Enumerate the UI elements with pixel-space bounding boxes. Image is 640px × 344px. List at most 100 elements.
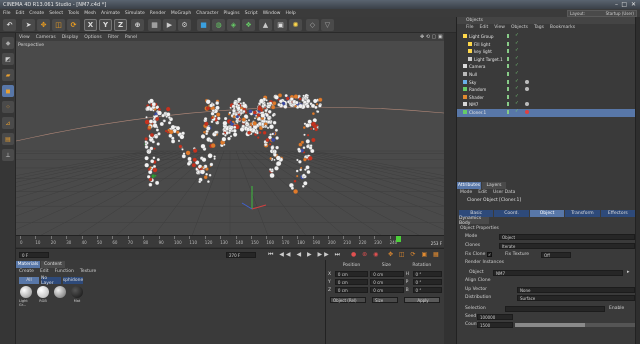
coord-rotation-field[interactable]: 0 °	[412, 271, 442, 277]
array-icon[interactable]: ◈	[227, 19, 240, 31]
check-icon[interactable]: ✓	[515, 33, 519, 38]
object-row[interactable]: Light Group ✓	[457, 33, 635, 41]
viewport-menu-panel[interactable]: Panel	[125, 35, 137, 40]
end-frame-field[interactable]: 270 F	[226, 252, 256, 258]
clones-select[interactable]: Iterate	[499, 243, 635, 249]
edges-mode-icon[interactable]: ⊿	[2, 117, 14, 129]
fix-clone-checkbox[interactable]: ✓	[487, 252, 492, 257]
check-icon[interactable]: ✓	[515, 94, 519, 99]
seed-field[interactable]: 100000	[477, 314, 513, 320]
materials-menu-edit[interactable]: Edit	[40, 269, 49, 274]
material-filter[interactable]: All	[19, 277, 39, 284]
timeline-ruler[interactable]: 0 10 20 30 40 50 60 70 80 90 100 110 120 130 140 150 160…	[16, 235, 444, 247]
texture-mode-icon[interactable]: ◩	[2, 53, 14, 65]
visibility-dots-icon[interactable]	[507, 102, 510, 107]
object-row[interactable]: Fill light ✓	[457, 41, 635, 49]
tab-dynamics-body[interactable]: Dynamics Body	[459, 216, 489, 226]
coord-rotation-field[interactable]: 0 °	[412, 287, 442, 293]
visibility-dots-icon[interactable]	[507, 34, 510, 38]
object-row[interactable]: Sky ✓	[457, 79, 635, 87]
distribution-select[interactable]: Surface	[517, 295, 635, 301]
attributes-side-tabs[interactable]	[635, 182, 640, 344]
tab-materials[interactable]: Materials	[16, 261, 40, 268]
attr-menu-mode[interactable]: Mode	[460, 190, 472, 195]
materials-menu-texture[interactable]: Texture	[80, 269, 96, 274]
polygons-mode-icon[interactable]: ▤	[2, 133, 14, 145]
visibility-dots-icon[interactable]	[507, 87, 510, 92]
menu-tools[interactable]: Tools	[68, 11, 79, 16]
tab-attributes[interactable]: Attributes	[457, 182, 481, 189]
scene-icon[interactable]: ▲	[259, 19, 272, 31]
axis-x-button[interactable]: X	[84, 19, 97, 31]
tab-layers[interactable]: Layers	[482, 182, 506, 189]
menu-help[interactable]: Help	[285, 11, 295, 16]
playback-controls[interactable]: ⏮ ◀◀ ◀ ▶ ▶▶ ⏭	[268, 251, 342, 259]
apply-button[interactable]: Apply	[404, 297, 440, 303]
snap-icon[interactable]: ◇	[306, 19, 319, 31]
menu-select[interactable]: Select	[49, 11, 63, 16]
mode-select[interactable]: Object	[499, 234, 635, 240]
tag-icon[interactable]	[525, 102, 529, 107]
visibility-dots-icon[interactable]	[507, 56, 510, 61]
viewport-menu-display[interactable]: Display	[62, 35, 79, 40]
perspective-viewport[interactable]: Perspective	[16, 41, 444, 235]
coord-rotation-field[interactable]: 0 °	[412, 279, 442, 285]
material-filter[interactable]: sphidone	[63, 277, 83, 284]
objects-menu-tags[interactable]: Tags	[534, 25, 544, 30]
coord-position-field[interactable]: 0 cm	[334, 271, 369, 277]
check-icon[interactable]: ✓	[515, 56, 519, 61]
viewport-nav-icons[interactable]: ✥ ⟲ ▢ ▣	[420, 34, 443, 40]
close-icon[interactable]: ✕	[631, 1, 636, 8]
objects-menu-edit[interactable]: Edit	[480, 25, 489, 30]
object-row[interactable]: Camera ✓	[457, 63, 635, 71]
scale-icon[interactable]: ◫	[52, 19, 65, 31]
tab-transform[interactable]: Transform	[565, 210, 600, 217]
visibility-dots-icon[interactable]	[507, 41, 510, 46]
objects-menu-view[interactable]: View	[494, 25, 505, 30]
axis-y-button[interactable]: Y	[99, 19, 112, 31]
axis-mode-icon[interactable]: ⊥	[2, 149, 14, 161]
object-row[interactable]: Cloner.1 ✓	[457, 108, 635, 117]
camera-icon[interactable]: ▣	[274, 19, 287, 31]
check-icon[interactable]: ✓	[515, 63, 519, 68]
viewport-menu-options[interactable]: Options	[84, 35, 101, 40]
up-vector-select[interactable]: None	[517, 287, 635, 293]
material-swatch[interactable]: Light Gr...	[19, 286, 33, 307]
menu-render[interactable]: Render	[150, 11, 166, 16]
layout-selector[interactable]: Layout: Startup (User)	[567, 10, 637, 17]
points-mode-icon[interactable]: ⁘	[2, 101, 14, 113]
key-type-icons[interactable]: ✥ ◫ ⟳ ▣ ▦	[388, 251, 441, 258]
tag-icon[interactable]	[525, 79, 529, 84]
check-icon[interactable]: ✓	[515, 86, 519, 91]
count-slider[interactable]	[515, 323, 635, 327]
coord-mode-select[interactable]: Object (Rel)	[330, 297, 366, 303]
object-row[interactable]: Random ✓	[457, 86, 635, 94]
render-settings-icon[interactable]: ⚙	[178, 19, 191, 31]
tag-icon[interactable]	[525, 109, 529, 114]
select-arrow-icon[interactable]: ➤	[22, 19, 35, 31]
attr-menu-edit[interactable]: Edit	[478, 190, 487, 195]
menu-file[interactable]: File	[3, 11, 11, 16]
nurbs-icon[interactable]: ◍	[212, 19, 225, 31]
axis-z-button[interactable]: Z	[114, 19, 127, 31]
object-link-field[interactable]: NM7	[493, 270, 623, 276]
attr-menu-user-data[interactable]: User Data	[493, 190, 515, 195]
materials-menu-create[interactable]: Create	[19, 269, 34, 274]
fix-texture-select[interactable]: Off	[541, 252, 571, 258]
cube-icon[interactable]: ■	[197, 19, 210, 31]
visibility-dots-icon[interactable]	[507, 64, 510, 69]
render-view-icon[interactable]: ▶	[163, 19, 176, 31]
deformer-icon[interactable]: ❖	[242, 19, 255, 31]
object-mode-icon[interactable]: ◼	[2, 85, 14, 97]
model-mode-icon[interactable]: ▰	[2, 69, 14, 81]
undo-icon[interactable]: ↶	[3, 19, 16, 31]
objects-menu-file[interactable]: File	[466, 25, 474, 30]
check-icon[interactable]: ✓	[515, 71, 519, 76]
selection-field[interactable]	[505, 306, 605, 312]
render-region-icon[interactable]: ▦	[148, 19, 161, 31]
menu-mesh[interactable]: Mesh	[84, 11, 96, 16]
tab-content[interactable]: Content	[41, 261, 65, 268]
object-link-arrow-icon[interactable]: ▸	[627, 269, 630, 275]
material-swatch[interactable]: RGB	[36, 286, 50, 307]
menu-script[interactable]: Script	[245, 11, 258, 16]
